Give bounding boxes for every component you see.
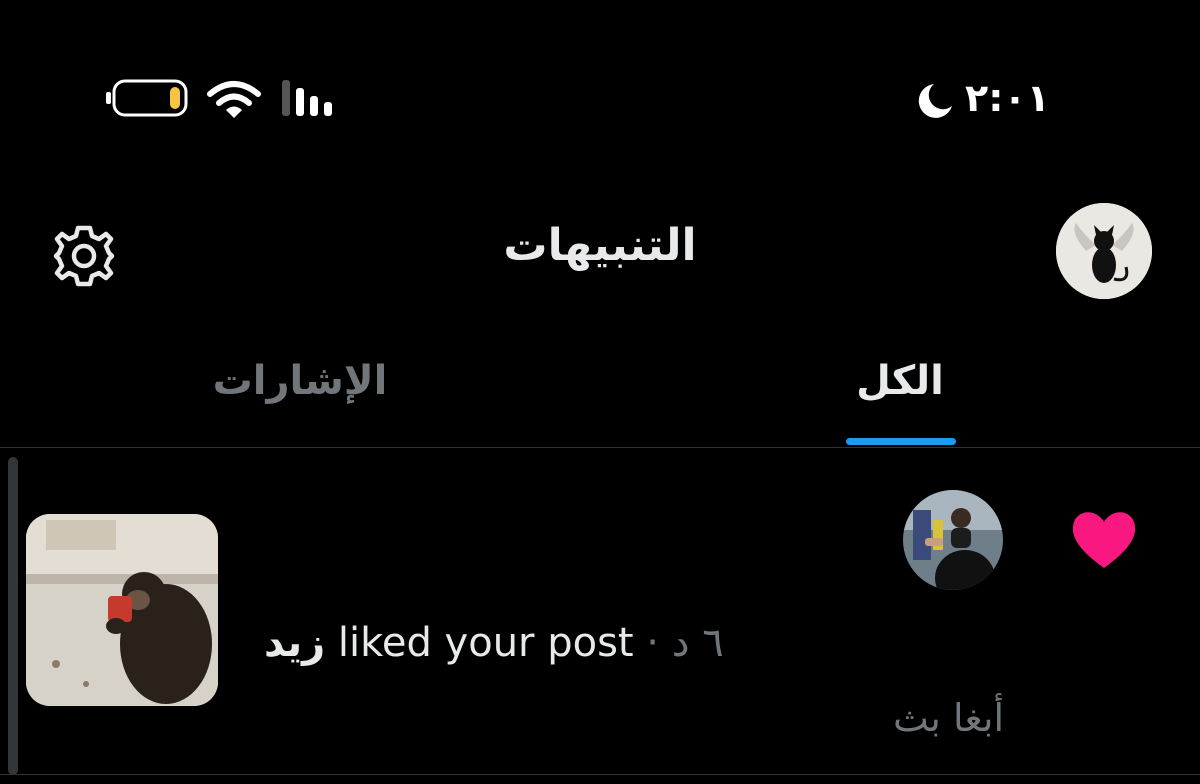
tab-mentions[interactable]: الإشارات (190, 358, 410, 404)
moon-icon (912, 80, 958, 120)
battery-icon (106, 78, 192, 118)
tab-all[interactable]: الكل (820, 358, 980, 404)
page-title: التنبيهات (503, 220, 697, 271)
list-divider (0, 774, 1200, 775)
notification-text: زيد liked your post · ٦ د (264, 620, 744, 674)
tabs-divider (0, 447, 1200, 448)
actor-name[interactable]: زيد (264, 620, 325, 666)
action-text: liked your post (325, 620, 634, 666)
post-preview-text: أبغا بث (892, 696, 1004, 740)
heart-icon (1068, 506, 1140, 572)
post-thumbnail[interactable] (26, 514, 218, 706)
profile-avatar[interactable] (1056, 203, 1152, 299)
wifi-icon (206, 78, 262, 120)
signal-icon (280, 78, 346, 118)
actor-avatar[interactable] (903, 490, 1003, 590)
notification-time: ٦ د (671, 620, 724, 666)
status-time: ٢:٠١ (965, 76, 1050, 120)
tab-selected-indicator (846, 438, 956, 445)
separator: · (633, 620, 672, 666)
scroll-indicator (8, 457, 18, 775)
